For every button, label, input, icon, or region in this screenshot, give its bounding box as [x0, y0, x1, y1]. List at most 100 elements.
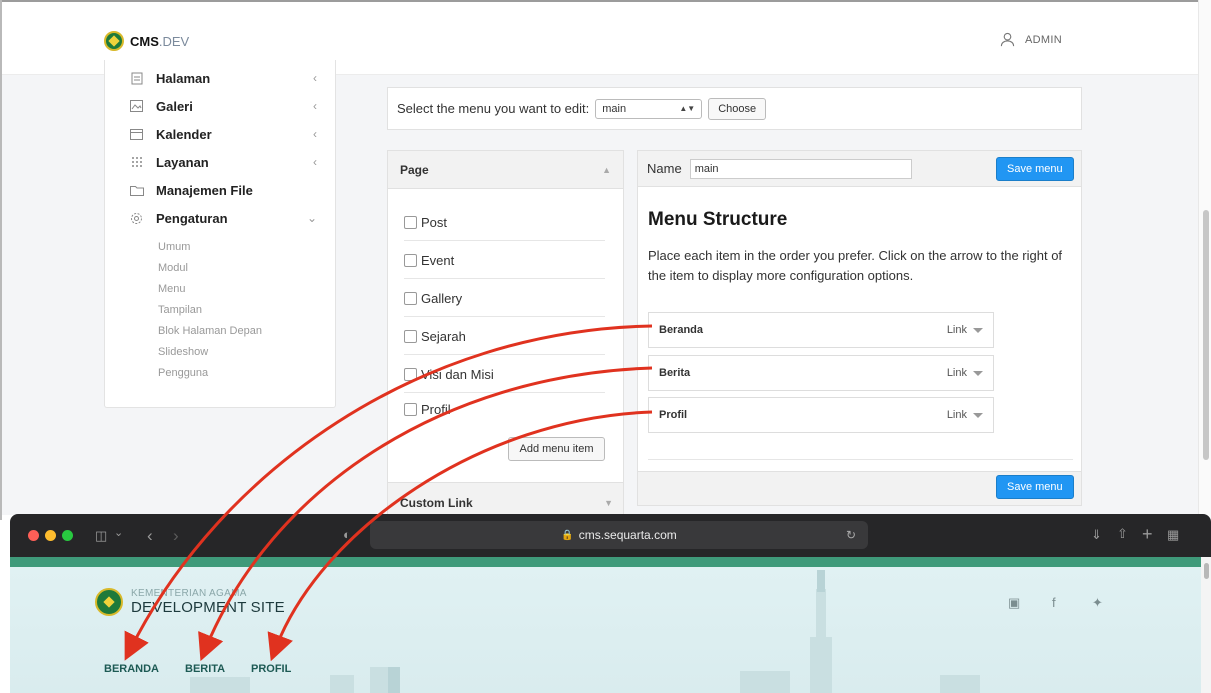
privacy-shield-icon[interactable]: ◐: [343, 528, 351, 541]
gallery-icon: [129, 99, 144, 113]
menu-item-type-toggle[interactable]: Link: [947, 367, 983, 379]
sidebar-item-label: Halaman: [156, 70, 211, 86]
chevron-left-icon: ‹: [313, 71, 317, 85]
page-option-label: Post: [421, 214, 448, 230]
share-icon[interactable]: ⇧: [1117, 527, 1128, 540]
chevron-left-icon: ‹: [313, 155, 317, 169]
sidebar-subitem-modul[interactable]: Modul: [158, 262, 188, 274]
reload-icon[interactable]: ↻: [846, 528, 856, 542]
page-option-label: Gallery: [421, 290, 463, 306]
menu-name-input[interactable]: main: [689, 158, 912, 179]
sidebar: Halaman ‹ Galeri ‹ Kalender ‹ Layanan ‹ …: [104, 60, 336, 408]
checkbox[interactable]: [404, 329, 417, 343]
sidebar-subitem-blok-halaman-depan[interactable]: Blok Halaman Depan: [158, 325, 262, 337]
brand-main: CMS: [130, 33, 159, 49]
add-menu-item-button[interactable]: Add menu item: [508, 437, 605, 461]
page-option-sejarah[interactable]: Sejarah: [404, 318, 605, 355]
page-option-event[interactable]: Event: [404, 242, 605, 279]
site-scrollbar[interactable]: [1201, 557, 1211, 693]
menu-item-title: Profil: [659, 409, 688, 421]
page-icon: [129, 71, 144, 85]
page-option-label: Profil: [421, 402, 451, 417]
sidebar-subitem-umum[interactable]: Umum: [158, 241, 190, 253]
custom-link-header[interactable]: Custom Link ▼: [388, 482, 623, 514]
user-name: ADMIN: [1025, 33, 1062, 46]
checkbox[interactable]: [404, 253, 417, 267]
page-panel: Page ▲ Post Event Gallery Sejarah Visi d…: [387, 150, 624, 515]
sidebar-subitem-tampilan[interactable]: Tampilan: [158, 304, 202, 316]
custom-link-title: Custom Link: [400, 495, 473, 510]
sidebar-subitem-pengguna[interactable]: Pengguna: [158, 367, 208, 379]
menu-item-berita[interactable]: Berita Link: [648, 355, 994, 391]
save-menu-button[interactable]: Save menu: [996, 157, 1074, 181]
chevron-left-icon: ‹: [313, 127, 317, 141]
menu-select[interactable]: main ▲▼: [595, 98, 703, 119]
lock-icon: 🔒: [561, 529, 574, 541]
page-option-gallery[interactable]: Gallery: [404, 280, 605, 317]
menu-name-label: Name: [647, 161, 682, 176]
checkbox[interactable]: [404, 403, 417, 416]
sidebar-item-pengaturan[interactable]: Pengaturan ⌄: [129, 208, 317, 228]
expand-down-icon: ▼: [604, 497, 613, 508]
sidebar-item-label: Pengaturan: [156, 210, 228, 226]
chevron-left-icon: ‹: [313, 99, 317, 113]
site-logo[interactable]: KEMENTERIAN AGAMA DEVELOPMENT SITE: [95, 588, 285, 616]
page-option-profil[interactable]: Profil: [404, 391, 605, 428]
sidebar-item-galeri[interactable]: Galeri ‹: [129, 96, 317, 116]
safari-toolbar: ◫ ⌄ ‹ › ◐ 🔒 cms.sequarta.com ↻ ⇓ ⇧ + ▦: [10, 514, 1211, 557]
chevron-down-icon[interactable]: ⌄: [114, 528, 123, 539]
menu-item-type-toggle[interactable]: Link: [947, 409, 983, 421]
ministry-emblem-icon: [95, 588, 123, 616]
window-top-border: [0, 0, 1211, 2]
sidebar-item-label: Kalender: [156, 126, 212, 142]
page-option-visi-misi[interactable]: Visi dan Misi: [404, 356, 605, 393]
sidebar-item-label: Layanan: [156, 154, 209, 170]
user-icon: [1000, 32, 1015, 47]
folder-icon: [129, 183, 144, 197]
site-nav-berita[interactable]: BERITA: [185, 663, 225, 675]
sidebar-item-label: Manajemen File: [156, 182, 253, 198]
sidebar-subitem-slideshow[interactable]: Slideshow: [158, 346, 208, 358]
site-nav-profil[interactable]: PROFIL: [251, 663, 291, 675]
choose-button[interactable]: Choose: [708, 97, 767, 120]
menu-item-title: Beranda: [659, 324, 704, 336]
minimize-window-button[interactable]: [45, 530, 56, 541]
facebook-icon[interactable]: f: [1052, 595, 1056, 610]
checkbox[interactable]: [404, 215, 417, 229]
page-panel-title: Page: [400, 162, 429, 177]
twitter-icon[interactable]: ✦: [1092, 595, 1103, 611]
new-tab-icon[interactable]: +: [1142, 525, 1153, 543]
checkbox[interactable]: [404, 367, 417, 381]
menu-item-profil[interactable]: Profil Link: [648, 397, 994, 433]
menu-item-type-toggle[interactable]: Link: [947, 324, 983, 336]
user-menu[interactable]: ADMIN: [1000, 32, 1062, 47]
sidebar-subitem-menu[interactable]: Menu: [158, 283, 186, 295]
instagram-icon[interactable]: ▣: [1008, 595, 1020, 611]
back-icon[interactable]: ‹: [147, 527, 153, 544]
site-logo-small-text: KEMENTERIAN AGAMA: [131, 588, 247, 599]
close-window-button[interactable]: [28, 530, 39, 541]
save-menu-button-footer[interactable]: Save menu: [996, 475, 1074, 499]
menu-structure-description: Place each item in the order you prefer.…: [648, 248, 1063, 283]
sidebar-item-kalender[interactable]: Kalender ‹: [129, 124, 317, 144]
admin-scrollbar-thumb[interactable]: [1203, 210, 1209, 460]
menu-select-label: Select the menu you want to edit:: [397, 101, 590, 116]
chevron-down-icon: ⌄: [306, 211, 317, 225]
forward-icon[interactable]: ›: [173, 527, 179, 544]
page-option-post[interactable]: Post: [404, 204, 605, 241]
sidebar-item-manajemen-file[interactable]: Manajemen File: [129, 180, 317, 200]
site-nav-beranda[interactable]: BERANDA: [104, 663, 159, 675]
download-icon[interactable]: ⇓: [1091, 528, 1102, 541]
address-bar[interactable]: 🔒 cms.sequarta.com ↻: [370, 521, 868, 549]
checkbox[interactable]: [404, 291, 417, 305]
divider: [648, 459, 1073, 460]
sidebar-item-layanan[interactable]: Layanan ‹: [129, 152, 317, 172]
page-panel-header[interactable]: Page ▲: [388, 151, 623, 189]
sidebar-item-halaman[interactable]: Halaman ‹: [129, 68, 317, 88]
zoom-window-button[interactable]: [62, 530, 73, 541]
tab-overview-icon[interactable]: ▦: [1167, 528, 1179, 541]
sidebar-item-label: Galeri: [156, 98, 193, 114]
cms-logo[interactable]: CMS.DEV: [104, 30, 189, 52]
menu-item-beranda[interactable]: Beranda Link: [648, 312, 994, 348]
sidebar-toggle-icon[interactable]: ◫: [95, 529, 107, 542]
